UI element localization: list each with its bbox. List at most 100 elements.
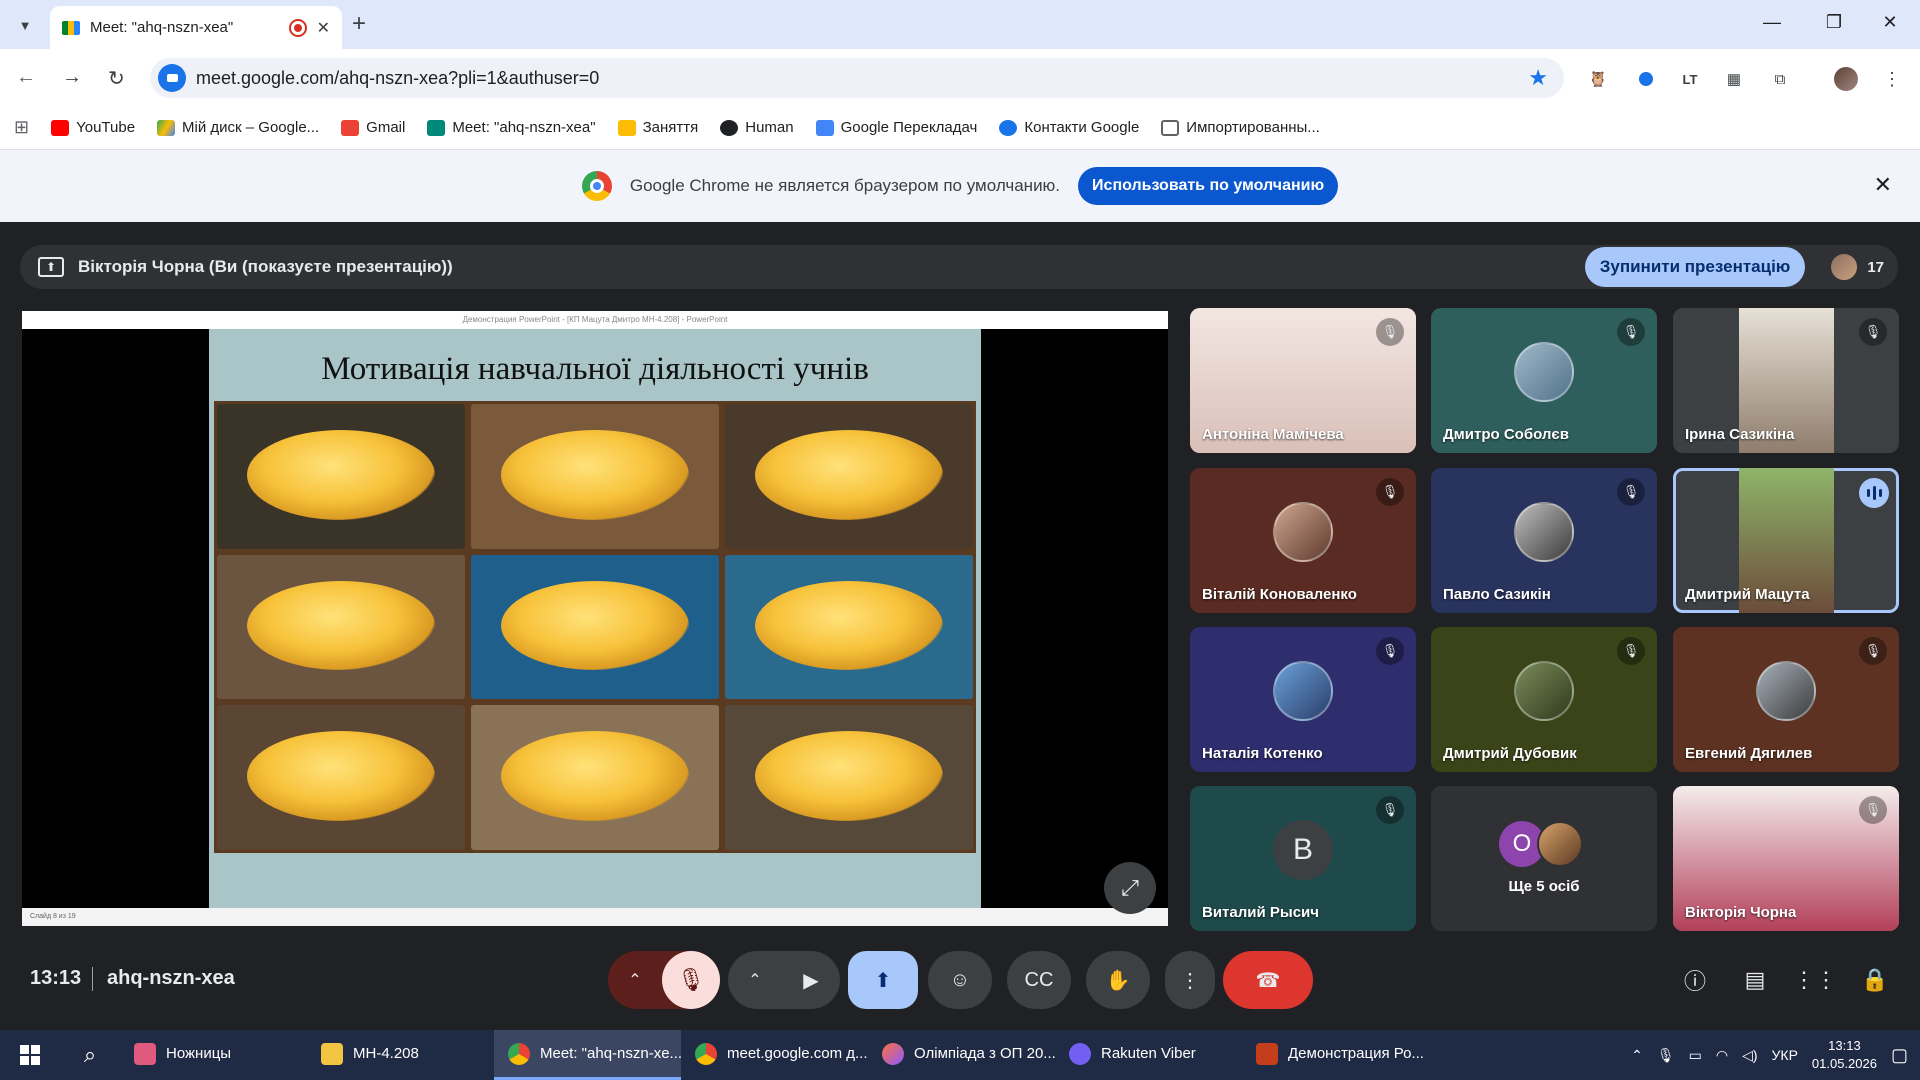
wifi-icon[interactable]: ◠: [1716, 1047, 1728, 1064]
profile-avatar[interactable]: [1834, 67, 1858, 91]
bookmark-human[interactable]: Human: [720, 119, 794, 136]
speaking-indicator-icon: [1859, 478, 1889, 508]
host-controls-lock-icon[interactable]: 🔒: [1857, 962, 1893, 998]
participant-tile[interactable]: 🎙 Евгений Дягилев: [1673, 627, 1899, 772]
mic-options-chevron-icon[interactable]: ⌃: [608, 970, 662, 990]
participant-tile[interactable]: В 🎙 Виталий Рысич: [1190, 786, 1416, 931]
participant-name: Наталія Котенко: [1202, 745, 1323, 762]
captions-button[interactable]: CC: [1007, 951, 1071, 1009]
tab-search-chevron-icon[interactable]: ▼: [12, 12, 38, 38]
tab-close-icon[interactable]: ✕: [317, 18, 330, 38]
taskbar-clock[interactable]: 13:13 01.05.2026: [1812, 1037, 1877, 1073]
taskbar-item-snipping[interactable]: Ножницы: [120, 1030, 307, 1080]
leave-call-button[interactable]: ☎: [1223, 951, 1313, 1009]
set-default-button[interactable]: Использовать по умолчанию: [1078, 167, 1339, 205]
chat-icon[interactable]: ▤: [1737, 962, 1773, 998]
bookmark-contacts[interactable]: Контакти Google: [999, 119, 1139, 136]
tab-meet[interactable]: Meet: "ahq-nszn-xea" ✕: [50, 6, 342, 49]
qr-code-icon[interactable]: ▦: [1722, 67, 1746, 91]
muted-mic-icon: 🎙: [1859, 637, 1887, 665]
bookmarks-bar: ⊞ YouTube Мій диск – Google... Gmail Mee…: [0, 106, 1920, 150]
bookmark-drive[interactable]: Мій диск – Google...: [157, 119, 319, 136]
participant-tile[interactable]: 🎙 Дмитрий Дубовик: [1431, 627, 1657, 772]
back-icon[interactable]: ←: [16, 66, 36, 89]
participant-name: Павло Сазикін: [1443, 586, 1551, 603]
site-info-icon[interactable]: [158, 64, 186, 92]
window-close-icon[interactable]: ✕: [1870, 12, 1910, 33]
mic-muted-button[interactable]: 🎙: [662, 951, 720, 1009]
avatar: [1273, 501, 1333, 562]
participant-tile[interactable]: 🎙 Віталій Коноваленко: [1190, 468, 1416, 613]
snipping-tool-icon: [134, 1042, 156, 1065]
blue-dot-extension-icon[interactable]: [1634, 67, 1658, 91]
notifications-icon[interactable]: ▢: [1891, 1045, 1908, 1066]
participant-tile[interactable]: 🎙 Антоніна Мамічева: [1190, 308, 1416, 453]
taskbar-search-icon[interactable]: ⌕: [60, 1042, 120, 1068]
omelette-photo: [217, 705, 465, 850]
emoji-reaction-button[interactable]: ☺: [928, 951, 992, 1009]
bookmark-youtube[interactable]: YouTube: [51, 119, 135, 136]
forward-icon[interactable]: →: [62, 66, 82, 89]
muted-mic-icon: 🎙: [1376, 796, 1404, 824]
microphone-tray-icon[interactable]: 🎙: [1657, 1047, 1675, 1064]
volume-icon[interactable]: ◁): [1742, 1047, 1757, 1064]
chrome-menu-icon[interactable]: ⋮: [1880, 67, 1904, 91]
activities-grid-icon[interactable]: ⋮⋮: [1793, 962, 1837, 998]
avatar: [1514, 501, 1574, 562]
more-options-button[interactable]: ⋮: [1165, 951, 1215, 1009]
participants-count[interactable]: 17: [1829, 252, 1884, 282]
camera-options-chevron-icon[interactable]: ⌃: [728, 970, 782, 990]
camera-icon[interactable]: ▶: [782, 968, 840, 993]
taskbar-item-firefox[interactable]: Олімпіада з ОП 20...: [868, 1030, 1055, 1080]
participant-tile[interactable]: 🎙 Ірина Сазикіна: [1673, 308, 1899, 453]
tab-strip: ▼ Meet: "ahq-nszn-xea" ✕ + — ❐ ✕: [0, 0, 1920, 49]
reload-icon[interactable]: ↻: [108, 66, 125, 91]
bookmark-star-icon[interactable]: ★: [1528, 65, 1548, 91]
expand-icon[interactable]: ⤢: [1104, 862, 1156, 914]
participant-tile[interactable]: 🎙 Наталія Котенко: [1190, 627, 1416, 772]
participant-tile-speaking[interactable]: Дмитрий Мацута: [1673, 468, 1899, 613]
chrome-logo-icon: [581, 171, 612, 201]
taskbar-item-chrome-meet-2[interactable]: meet.google.com д...: [681, 1030, 868, 1080]
meeting-info-icon[interactable]: ⓘ: [1677, 962, 1713, 998]
omelette-photo-collage: [214, 401, 976, 853]
owl-extension-icon[interactable]: 🦉: [1586, 67, 1610, 91]
bookmark-translate[interactable]: Google Перекладач: [815, 119, 977, 136]
bookmark-folder-imported[interactable]: Импортированны...: [1161, 119, 1320, 136]
address-bar[interactable]: meet.google.com/ahq-nszn-xea?pli=1&authu…: [150, 58, 1564, 98]
taskbar-item-chrome-meet[interactable]: Meet: "ahq-nszn-xe...: [494, 1030, 681, 1080]
apps-grid-icon[interactable]: ⊞: [14, 117, 29, 138]
taskbar-item-folder[interactable]: МН-4.208: [307, 1030, 494, 1080]
minimize-icon[interactable]: —: [1752, 12, 1792, 33]
new-tab-icon[interactable]: +: [352, 12, 366, 36]
participant-name: Дмитрий Дубовик: [1443, 745, 1577, 762]
participant-name: Дмитро Соболєв: [1443, 426, 1569, 443]
battery-icon[interactable]: ▭: [1689, 1047, 1702, 1064]
taskbar-item-powerpoint[interactable]: Демонстрация Ро...: [1242, 1030, 1429, 1080]
infobar-close-icon[interactable]: ✕: [1874, 172, 1892, 198]
raise-hand-button[interactable]: ✋: [1086, 951, 1150, 1009]
extensions-puzzle-icon[interactable]: ⧉: [1768, 67, 1792, 91]
bookmark-meet[interactable]: Meet: "ahq-nszn-xea": [427, 119, 596, 136]
language-indicator[interactable]: УКР: [1772, 1047, 1798, 1063]
translate-icon: [815, 119, 834, 136]
participant-name: Евгений Дягилев: [1685, 745, 1813, 762]
participant-tile[interactable]: 🎙 Дмитро Соболєв: [1431, 308, 1657, 453]
restore-icon[interactable]: ❐: [1814, 12, 1854, 33]
participant-name: Виталий Рысич: [1202, 904, 1319, 921]
tray-chevron-icon[interactable]: ⌃: [1631, 1047, 1643, 1064]
bookmark-gmail[interactable]: Gmail: [341, 119, 405, 136]
participant-tile[interactable]: 🎙 Вікторія Чорна: [1673, 786, 1899, 931]
present-screen-button[interactable]: ⬆: [848, 951, 918, 1009]
bookmark-classroom[interactable]: Заняття: [617, 119, 698, 136]
youtube-icon: [51, 119, 70, 136]
more-participants-tile[interactable]: О Ще 5 осіб: [1431, 786, 1657, 931]
lt-extension-icon[interactable]: LT: [1678, 67, 1702, 91]
camera-control-group: ⌃ ▶: [728, 951, 840, 1009]
windows-start-icon[interactable]: [0, 1030, 60, 1080]
omelette-photo: [217, 554, 465, 700]
taskbar-item-viber[interactable]: Rakuten Viber: [1055, 1030, 1242, 1080]
stop-presenting-button[interactable]: Зупинити презентацію: [1584, 247, 1806, 287]
omelette-photo: [725, 404, 973, 549]
participant-tile[interactable]: 🎙 Павло Сазикін: [1431, 468, 1657, 613]
